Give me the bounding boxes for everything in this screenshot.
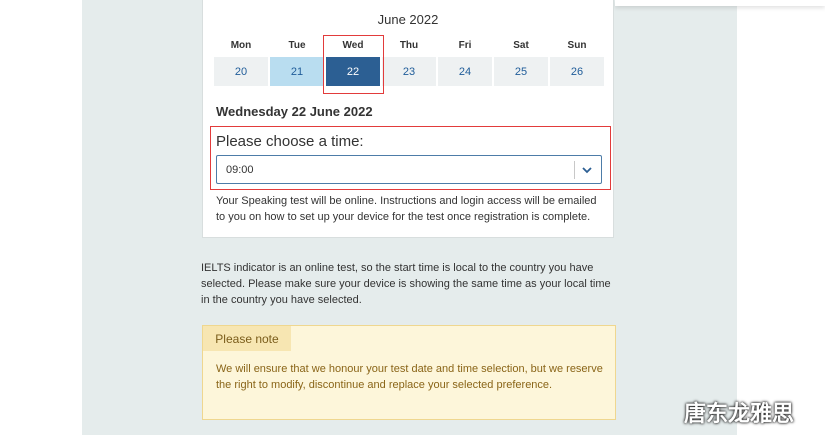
day-header-fri: Fri	[458, 40, 472, 51]
select-divider	[574, 161, 575, 179]
notice-text: We will ensure that we honour your test …	[216, 363, 603, 391]
date-cell-26[interactable]: 26	[550, 57, 604, 86]
date-cell-25[interactable]: 25	[494, 57, 548, 86]
timezone-note: IELTS indicator is an online test, so th…	[201, 262, 611, 306]
date-cell-21[interactable]: 21	[270, 57, 324, 86]
time-select[interactable]: 09:00	[216, 155, 602, 184]
date-cell-20[interactable]: 20	[214, 57, 268, 86]
day-header-thu: Thu	[399, 40, 419, 51]
top-right-overlay-edge	[615, 0, 825, 6]
please-note-panel: Please note We will ensure that we honou…	[202, 325, 616, 420]
date-cell-24[interactable]: 24	[438, 57, 492, 86]
chevron-down-icon[interactable]	[579, 162, 595, 178]
day-header-mon: Mon	[230, 40, 252, 51]
time-select-label: Please choose a time:	[216, 133, 364, 150]
date-cell-23[interactable]: 23	[382, 57, 436, 86]
highlight-box-wed	[323, 35, 384, 94]
booking-card: June 2022 Mon Tue Wed Thu Fri Sat Sun 20…	[202, 0, 614, 238]
selected-date-heading: Wednesday 22 June 2022	[216, 104, 373, 119]
day-header-sat: Sat	[513, 40, 529, 51]
notice-header: Please note	[203, 326, 291, 351]
day-header-sun: Sun	[567, 40, 587, 51]
time-select-value: 09:00	[226, 164, 254, 176]
calendar-month-title: June 2022	[377, 12, 439, 27]
day-header-tue: Tue	[288, 40, 306, 51]
speaking-test-info: Your Speaking test will be online. Instr…	[216, 195, 597, 223]
watermark-text: 唐东龙雅思	[684, 401, 795, 426]
